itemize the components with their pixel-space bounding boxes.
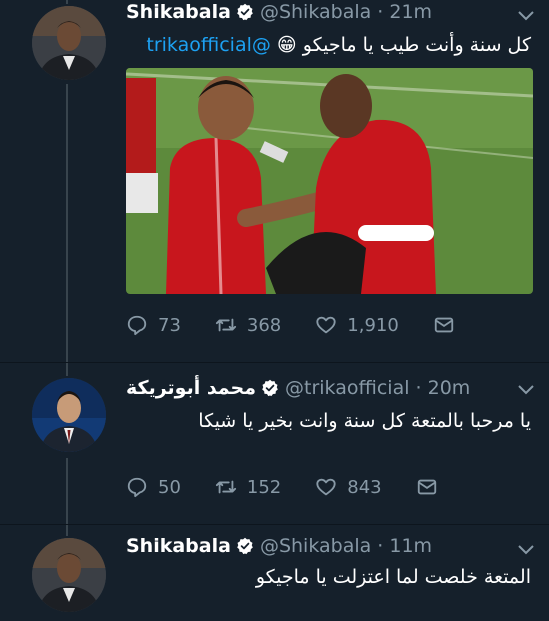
- retweet-count: 368: [246, 314, 282, 336]
- chevron-down-icon[interactable]: [517, 384, 535, 396]
- tweet-1[interactable]: Shikabala @Shikabala · 21m كل سنة وأنت ط…: [0, 0, 549, 352]
- envelope-icon: [434, 317, 453, 333]
- tweet-2[interactable]: محمد أبوتريكة @trikaofficial · 20m يا مر…: [0, 370, 549, 518]
- divider: [0, 524, 549, 525]
- tweet-photo[interactable]: [126, 68, 533, 294]
- chevron-down-icon[interactable]: [517, 544, 535, 556]
- avatar-photo: [32, 538, 106, 612]
- dm-button[interactable]: [416, 476, 448, 498]
- retweet-count: 152: [246, 476, 282, 498]
- handle-timestamp[interactable]: @Shikabala · 11m: [260, 534, 432, 558]
- like-button[interactable]: 1,910: [315, 314, 399, 336]
- avatar[interactable]: [32, 538, 106, 612]
- reply-count: 50: [158, 476, 181, 498]
- tweet-body: كل سنة وأنت طيب يا ماجيكو: [302, 34, 531, 56]
- heart-icon: [316, 316, 336, 334]
- verified-badge-icon: [237, 537, 253, 555]
- avatar[interactable]: [32, 6, 106, 80]
- reply-button[interactable]: 73: [126, 314, 181, 336]
- tweet-actions: 50 152 843: [126, 476, 486, 498]
- tweet-text: المتعة خلصت لما اعتزلت يا ماجيكو: [255, 566, 531, 588]
- like-count: 843: [347, 476, 382, 498]
- mention-link[interactable]: @trikaofficial: [146, 34, 271, 56]
- like-count: 1,910: [347, 314, 399, 336]
- handle-timestamp[interactable]: @Shikabala · 21m: [260, 0, 432, 24]
- reply-count: 73: [158, 314, 181, 336]
- reply-button[interactable]: 50: [126, 476, 181, 498]
- dm-button[interactable]: [433, 314, 465, 336]
- retweet-button[interactable]: 368: [215, 314, 281, 336]
- emoji: 😁: [276, 34, 297, 56]
- reply-icon: [127, 315, 147, 336]
- retweet-icon: [215, 318, 236, 332]
- heart-icon: [316, 478, 336, 496]
- author-name[interactable]: Shikabala: [126, 534, 231, 558]
- tweet-text: كل سنة وأنت طيب يا ماجيكو 😁 @trikaoffici…: [146, 32, 531, 58]
- avatar-photo: [32, 378, 106, 452]
- retweet-icon: [215, 480, 236, 494]
- tweet-text: يا مرحبا بالمتعة كل سنة وانت بخير يا شيك…: [198, 410, 531, 432]
- divider: [0, 362, 549, 363]
- retweet-button[interactable]: 152: [215, 476, 281, 498]
- avatar[interactable]: [32, 378, 106, 452]
- tweet-3[interactable]: Shikabala @Shikabala · 11m المتعة خلصت ل…: [0, 532, 549, 621]
- reply-icon: [127, 477, 147, 498]
- chevron-down-icon[interactable]: [517, 10, 535, 22]
- like-button[interactable]: 843: [315, 476, 382, 498]
- verified-badge-icon: [262, 379, 278, 397]
- author-name[interactable]: Shikabala: [126, 0, 231, 24]
- handle-timestamp[interactable]: @trikaofficial · 20m: [285, 376, 470, 400]
- football-players-photo: [126, 68, 533, 294]
- envelope-icon: [417, 479, 436, 495]
- tweet-actions: 73 368 1,910: [126, 314, 486, 336]
- verified-badge-icon: [237, 3, 253, 21]
- author-name[interactable]: محمد أبوتريكة: [126, 376, 256, 400]
- avatar-photo: [32, 6, 106, 80]
